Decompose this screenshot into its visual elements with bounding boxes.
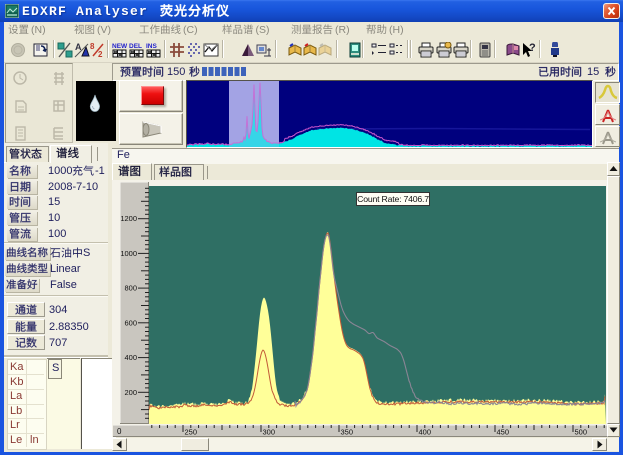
svg-text:350: 350 [341, 428, 354, 437]
svg-text:400: 400 [419, 428, 432, 437]
svg-text:200: 200 [124, 388, 137, 397]
svg-text:0: 0 [117, 427, 122, 436]
svg-text:500: 500 [575, 428, 588, 437]
svg-text:2: 2 [98, 50, 103, 58]
svg-text:INS: INS [146, 43, 158, 50]
svg-text:1200: 1200 [120, 214, 137, 223]
svg-text:8: 8 [90, 42, 95, 51]
svg-text:250: 250 [185, 428, 198, 437]
svg-text:1000: 1000 [120, 249, 137, 258]
svg-text:450: 450 [497, 428, 510, 437]
svg-text:400: 400 [124, 353, 137, 362]
svg-text:NEW: NEW [112, 43, 128, 50]
svg-text:300: 300 [263, 428, 276, 437]
svg-text:800: 800 [124, 284, 137, 293]
svg-text:DEL: DEL [129, 43, 142, 50]
svg-text:?: ? [529, 42, 536, 54]
svg-text:600: 600 [124, 318, 137, 327]
